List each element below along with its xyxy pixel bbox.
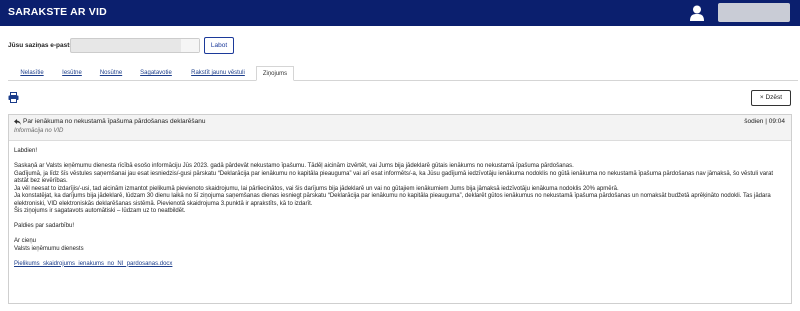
message-closing: Ar cieņu (14, 238, 37, 244)
tab-inbox[interactable]: Iesūtne (58, 66, 86, 81)
message-paragraph: Gadījumā, ja līdz šīs vēstules saņemšana… (14, 170, 774, 185)
message-paragraph: Saskaņā ar Valsts ieņēmumu dienesta rīcī… (14, 163, 574, 169)
message-tabs: Nelasītie Iesūtne Nosūtne Sagatavotie Ra… (8, 66, 798, 81)
message-sender: Informācija no VID (14, 128, 64, 134)
top-bar: SARAKSTE AR VID (0, 0, 800, 26)
message-greeting: Labdien! (14, 148, 38, 154)
tab-message[interactable]: Ziņojums (256, 66, 294, 81)
message-paragraph: Šis ziņojums ir sagatavots automātiski –… (14, 208, 186, 214)
user-name-field[interactable] (718, 3, 790, 22)
reply-icon (14, 119, 21, 125)
delete-button[interactable]: × Dzēst (751, 90, 791, 106)
message-thanks: Paldies par sadarbību! (14, 223, 75, 229)
app-title: SARAKSTE AR VID (8, 6, 107, 18)
edit-email-button[interactable]: Labot (204, 37, 234, 54)
attachment-link[interactable]: Pielikums_skaidrojums_ienakums_no_NI_par… (14, 261, 172, 267)
tab-sent[interactable]: Nosūtne (96, 66, 126, 81)
message-body: Labdien! Saskaņā ar Valsts ieņēmumu dien… (14, 148, 784, 268)
printer-icon[interactable] (8, 92, 19, 103)
message-panel: Par ienākuma no nekustamā īpašuma pārdoš… (8, 114, 792, 304)
message-paragraph: Ja konstatējat, ka darījums bija jādekla… (14, 193, 771, 207)
message-date: šodien | 09:04 (744, 118, 785, 125)
message-paragraph: Ja vēl neesat to izdarījis/-usi, tad aic… (14, 185, 619, 192)
user-icon[interactable] (690, 5, 704, 21)
message-subject: Par ienākuma no nekustamā īpašuma pārdoš… (23, 118, 206, 125)
tab-drafts[interactable]: Sagatavotie (136, 66, 176, 81)
message-header: Par ienākuma no nekustamā īpašuma pārdoš… (9, 115, 791, 141)
email-field[interactable] (70, 38, 200, 53)
tab-unread[interactable]: Nelasītie (14, 66, 50, 81)
message-signature: Valsts ieņēmumu dienests (14, 245, 84, 252)
user-area[interactable] (682, 0, 800, 26)
tab-write-new[interactable]: Rakstīt jaunu vēstuli (184, 66, 252, 81)
email-label: Jūsu saziņas e-pasts (8, 42, 74, 49)
